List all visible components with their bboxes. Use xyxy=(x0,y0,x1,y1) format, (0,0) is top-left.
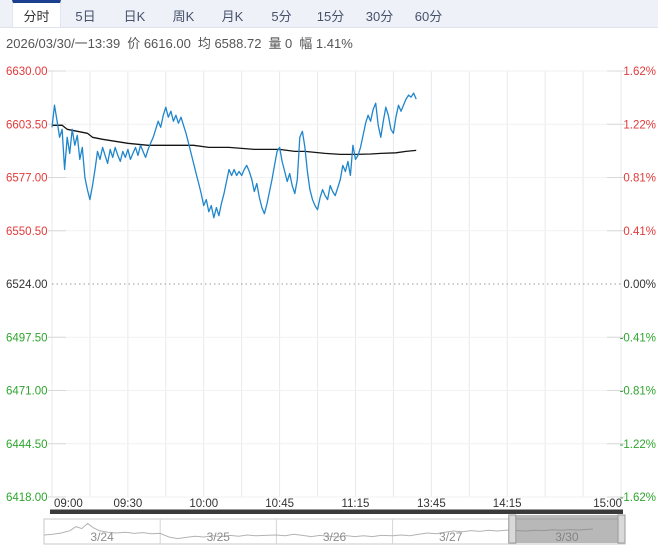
time-axis-label: 10:45 xyxy=(265,498,294,510)
tab-period-0[interactable]: 分时 xyxy=(12,0,61,27)
tab-period-6[interactable]: 15分 xyxy=(306,0,355,27)
info-average: 均 6588.72 xyxy=(197,35,262,51)
navigator-handle-right[interactable] xyxy=(617,514,626,544)
navigator-date-label: 3/25 xyxy=(207,530,231,544)
price-axis-label: 6630.00 xyxy=(6,66,48,78)
pct-axis-label: -1.62% xyxy=(620,492,656,504)
time-axis-label: 15:00 xyxy=(593,498,622,510)
pct-axis-label: 1.22% xyxy=(623,119,656,131)
tab-period-1[interactable]: 5日 xyxy=(61,0,110,27)
tab-period-4[interactable]: 月K xyxy=(208,0,257,27)
axis-divider-bar xyxy=(50,509,623,514)
info-volume: 量 0 xyxy=(268,35,293,51)
tab-period-8[interactable]: 60分 xyxy=(404,0,453,27)
price-axis-label: 6418.00 xyxy=(6,492,48,504)
pct-axis-label: -1.22% xyxy=(620,439,656,451)
tab-period-2[interactable]: 日K xyxy=(110,0,159,27)
pct-axis-label: -0.81% xyxy=(620,386,656,398)
tab-period-5[interactable]: 5分 xyxy=(257,0,306,27)
time-axis-label: 10:00 xyxy=(189,498,218,510)
price-axis-label: 6524.00 xyxy=(6,279,48,291)
pct-axis-label: 1.62% xyxy=(623,66,656,78)
price-axis-label: 6550.50 xyxy=(6,226,48,238)
pct-axis-label: -0.41% xyxy=(620,332,656,344)
price-axis-label: 6444.50 xyxy=(6,439,48,451)
price-axis-label: 6471.00 xyxy=(6,386,48,398)
info-price: 价 6616.00 xyxy=(127,35,191,51)
info-range: 幅 1.41% xyxy=(299,35,353,51)
price-axis-label: 6577.00 xyxy=(6,173,48,185)
time-axis-label: 13:45 xyxy=(417,498,446,510)
intraday-chart: 6630.00 1.62% 6603.50 1.22% 6577.00 0.81% 6550… xyxy=(6,66,656,545)
navigator-handle-left[interactable] xyxy=(508,514,517,544)
time-axis-label: 11:15 xyxy=(341,498,369,510)
tab-period-7[interactable]: 30分 xyxy=(355,0,404,27)
price-axis-label: 6497.50 xyxy=(6,332,48,344)
quote-infobar: 2026/03/30/一13:39 价 6616.00 均 6588.72 量 … xyxy=(0,29,658,55)
navigator-window[interactable] xyxy=(508,515,625,543)
pct-axis-label: 0.41% xyxy=(623,226,656,238)
price-line xyxy=(51,92,417,219)
tab-period-3[interactable]: 周K xyxy=(159,0,208,27)
price-axis-label: 6603.50 xyxy=(6,119,48,131)
navigator-date-label: 3/26 xyxy=(323,530,347,544)
info-datetime: 2026/03/30/一13:39 xyxy=(6,35,121,51)
pct-axis-label: 0.00% xyxy=(623,279,656,291)
pct-axis-label: 0.81% xyxy=(623,173,656,185)
navigator-date-label: 3/27 xyxy=(439,530,463,544)
period-tabbar: 分时 5日 日K 周K 月K 5分 15分 30分 60分 xyxy=(0,0,658,28)
time-axis-label: 09:00 xyxy=(54,498,83,510)
navigator-date-label: 3/24 xyxy=(90,530,114,544)
time-axis-label: 14:15 xyxy=(493,498,522,510)
time-axis-label: 09:30 xyxy=(113,498,142,510)
